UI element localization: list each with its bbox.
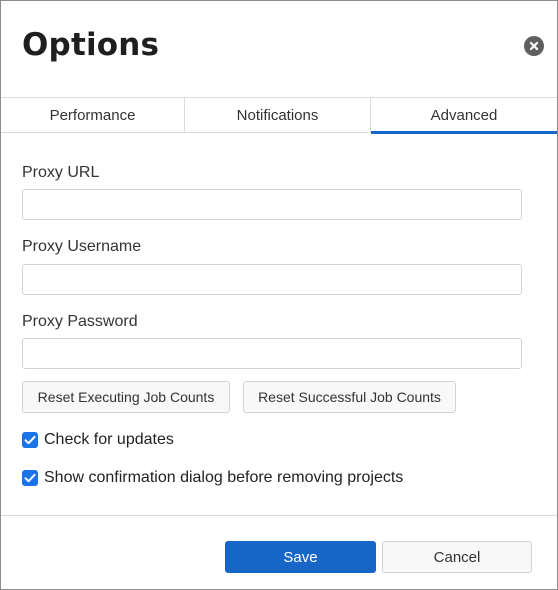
proxy-username-input[interactable] xyxy=(22,264,522,295)
check-updates-row: Check for updates xyxy=(22,431,174,449)
dialog-title: Options xyxy=(22,27,160,63)
check-updates-label: Check for updates xyxy=(44,431,174,448)
confirm-remove-label: Show confirmation dialog before removing… xyxy=(44,469,404,486)
options-dialog: Options Performance Notifications Advanc… xyxy=(0,0,558,590)
close-icon[interactable] xyxy=(524,36,544,56)
proxy-password-label: Proxy Password xyxy=(22,313,138,330)
proxy-url-label: Proxy URL xyxy=(22,164,100,181)
confirm-remove-checkbox[interactable] xyxy=(22,470,38,486)
footer-divider xyxy=(1,515,557,516)
proxy-url-input[interactable] xyxy=(22,189,522,220)
dialog-header: Options xyxy=(1,1,557,97)
cancel-button[interactable]: Cancel xyxy=(382,541,532,573)
tab-bar: Performance Notifications Advanced xyxy=(1,97,557,134)
tab-advanced[interactable]: Advanced xyxy=(370,98,557,134)
confirm-remove-row: Show confirmation dialog before removing… xyxy=(22,469,403,487)
proxy-password-input[interactable] xyxy=(22,338,522,369)
tab-notifications[interactable]: Notifications xyxy=(184,98,370,132)
tab-performance[interactable]: Performance xyxy=(1,98,184,132)
proxy-username-label: Proxy Username xyxy=(22,238,142,255)
reset-executing-job-counts-button[interactable]: Reset Executing Job Counts xyxy=(22,381,230,413)
save-button[interactable]: Save xyxy=(225,541,376,573)
reset-successful-job-counts-button[interactable]: Reset Successful Job Counts xyxy=(243,381,456,413)
check-updates-checkbox[interactable] xyxy=(22,432,38,448)
